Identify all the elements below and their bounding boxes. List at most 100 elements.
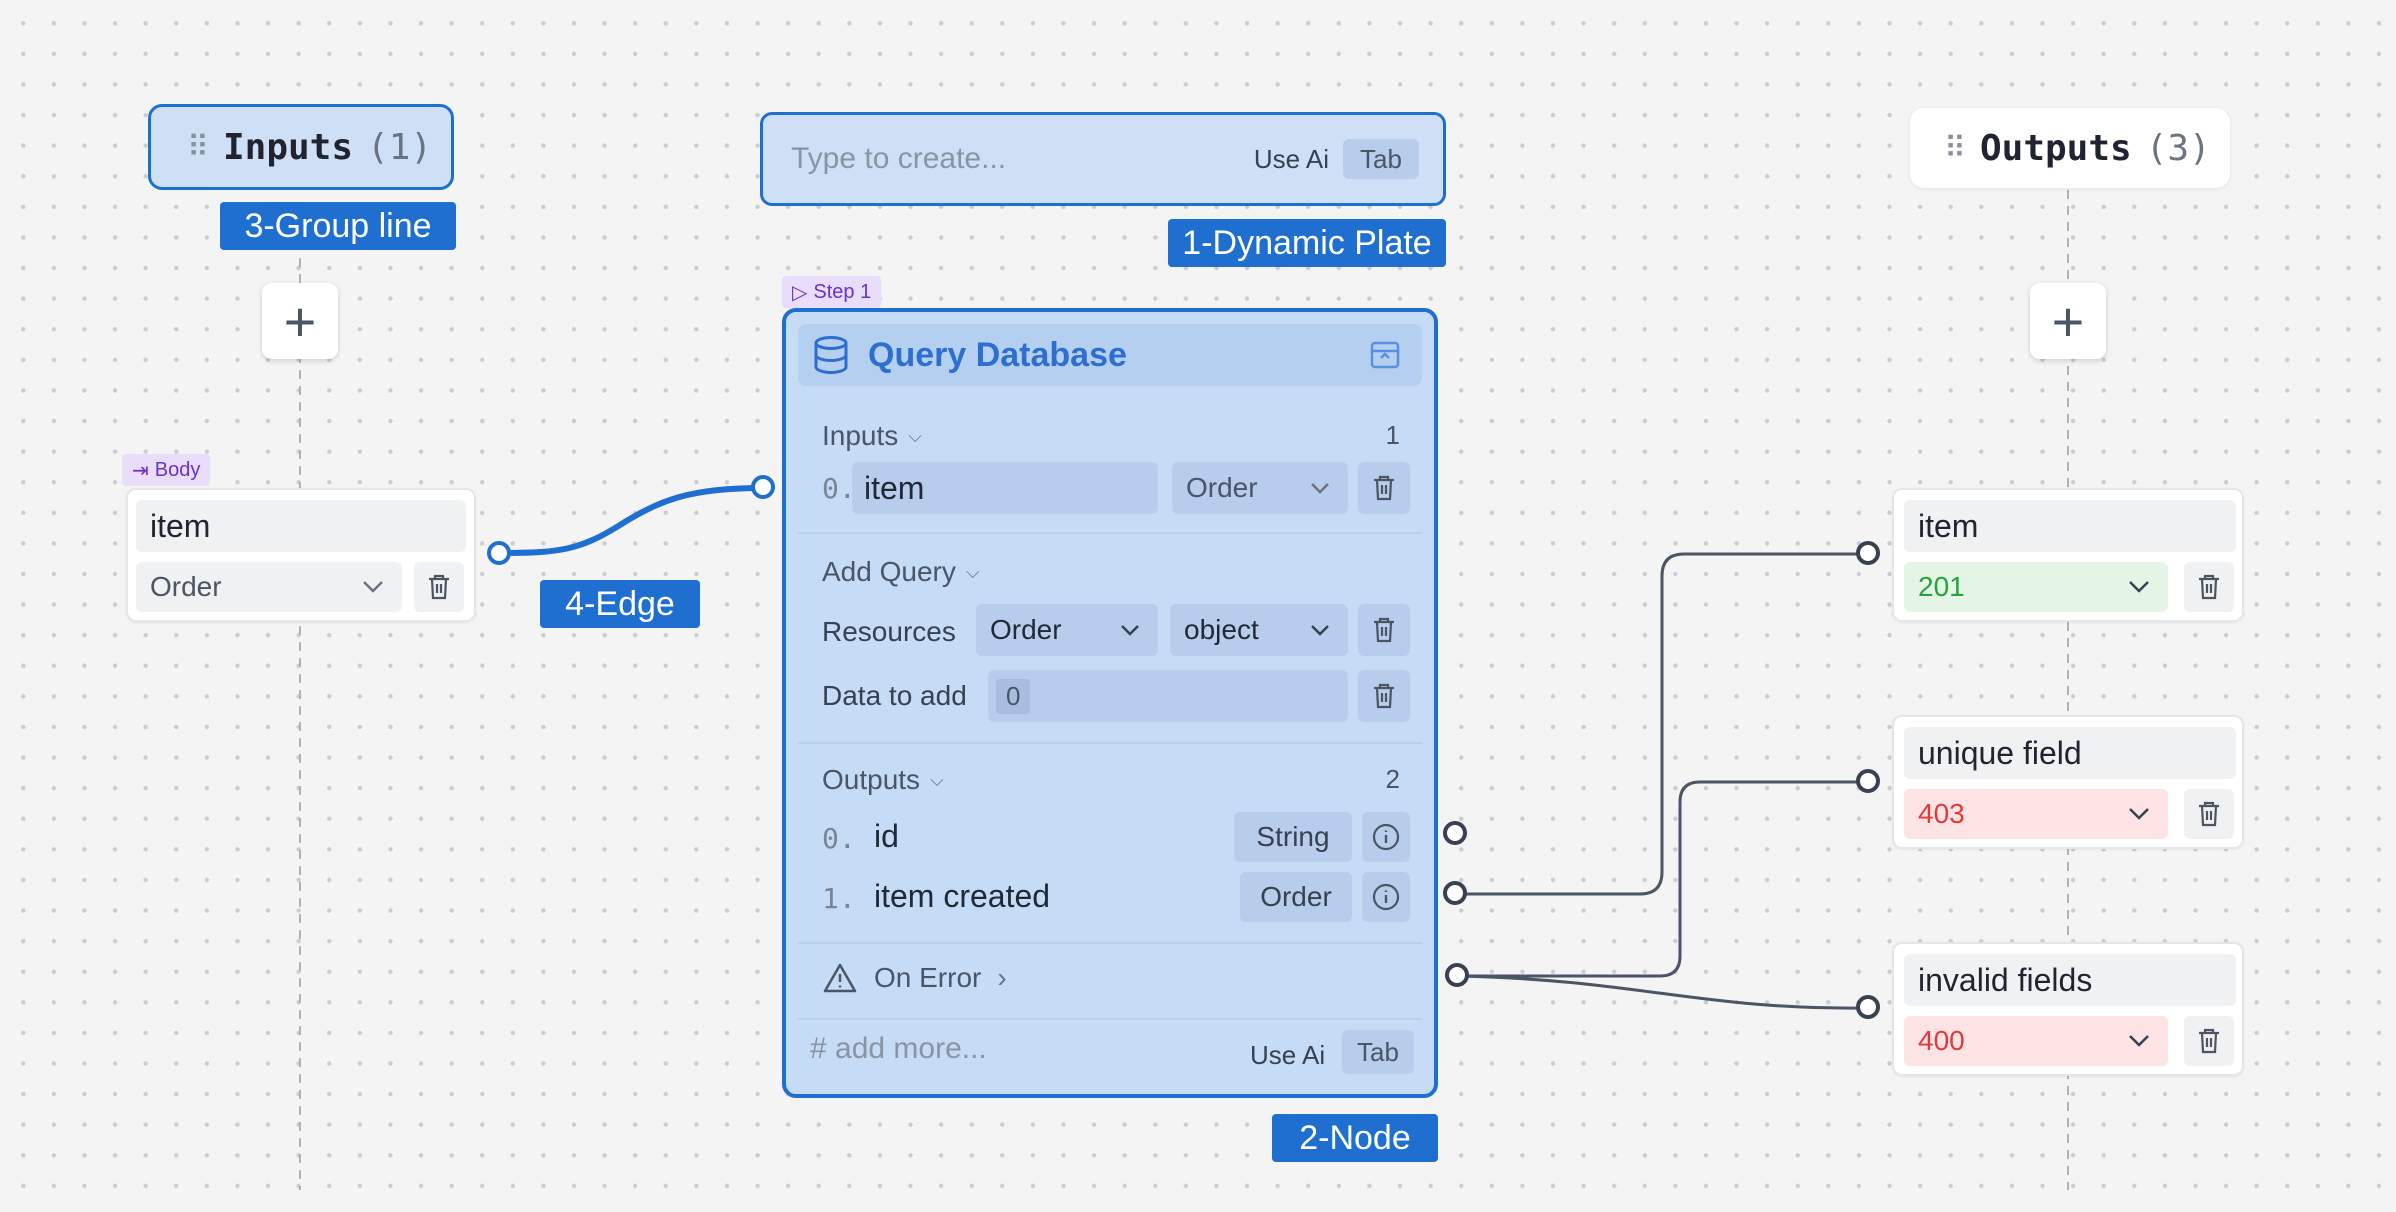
output-name[interactable]: item [1904,500,2236,552]
node-input-name[interactable]: item [852,462,1158,514]
node-use-ai-label[interactable]: Use Ai [1250,1040,1325,1071]
info-icon [1372,823,1400,851]
trash-icon [1374,683,1394,709]
node-output-port-item-created[interactable] [1443,881,1467,905]
trash-icon [2199,1028,2219,1054]
database-icon [814,336,848,375]
tag-edge: 4-Edge [540,580,700,628]
output-status-select[interactable]: 201 [1904,562,2168,612]
drag-handle-icon[interactable]: ⠿ [187,130,209,165]
chevron-down-icon [2129,808,2149,820]
output-card[interactable]: unique field 403 [1892,715,2244,849]
trash-icon [1374,475,1394,501]
plate-use-ai-label[interactable]: Use Ai [1254,144,1329,175]
add-output-button[interactable]: + [2030,283,2106,359]
node-inputs-count: 1 [1385,420,1400,450]
play-icon: ▷ [792,281,808,304]
input-param-type-select[interactable]: Order [136,562,402,612]
output-delete-button[interactable] [2184,1016,2234,1066]
trash-icon [2199,801,2219,827]
login-icon: ⇥ [132,459,149,482]
plate-tab-key: Tab [1343,139,1419,179]
node-output-index: 0. [822,822,856,855]
node-header[interactable]: Query Database [798,324,1422,386]
resources-delete-button[interactable] [1358,604,1410,656]
node-outputs-count: 2 [1385,764,1400,794]
inputs-group-title: Inputs [222,126,354,168]
section-divider [798,532,1422,534]
output-delete-button[interactable] [2184,562,2234,612]
data-to-add-value: 0 [996,678,1031,714]
output-port[interactable] [1856,995,1880,1019]
query-database-node[interactable]: Query Database Inputs ⌵ 1 0. item Order … [782,308,1438,1098]
resources-select-1[interactable]: Order [976,604,1158,656]
data-to-add-delete-button[interactable] [1358,670,1410,722]
resources-select-2[interactable]: object [1170,604,1348,656]
node-output-info-button[interactable] [1362,812,1410,862]
outputs-group-header[interactable]: ⠿ Outputs (3) [1910,108,2230,188]
node-error-port[interactable] [1445,963,1469,987]
chevron-right-icon: › [997,962,1007,993]
body-badge-label: Body [154,458,201,481]
output-status-select[interactable]: 403 [1904,789,2168,839]
edge-input-to-node [499,485,763,556]
add-query-label: Add Query [822,556,956,587]
input-param-delete-button[interactable] [414,562,464,612]
resources-value-1: Order [990,614,1062,645]
edge-error-to-invalid-fields [1457,974,1869,1010]
drag-handle-icon[interactable]: ⠿ [1944,131,1966,166]
dynamic-plate[interactable]: Type to create... Use Ai Tab [760,112,1446,206]
data-to-add-input[interactable]: 0 [988,670,1348,722]
output-status-value: 403 [1918,798,1965,829]
node-tab-key: Tab [1342,1030,1414,1074]
output-status-value: 400 [1918,1025,1965,1056]
chevron-down-icon [2129,581,2149,593]
chevron-down-icon [1121,625,1139,636]
output-port[interactable] [1856,769,1880,793]
trash-icon [2199,574,2219,600]
node-input-type-select[interactable]: Order [1172,462,1348,514]
node-input-port[interactable] [751,475,775,499]
input-param-port[interactable] [487,541,511,565]
plate-input[interactable]: Type to create... [791,142,1254,176]
node-input-name-value: item [864,469,925,506]
node-output-name: id [874,818,899,854]
tag-dynamic-plate: 1-Dynamic Plate [1168,219,1446,267]
output-delete-button[interactable] [2184,789,2234,839]
output-port[interactable] [1856,541,1880,565]
node-outputs-toggle[interactable]: Outputs ⌵ [822,764,944,796]
collapse-icon[interactable] [1370,341,1400,369]
inputs-group-header[interactable]: ⠿ Inputs (1) [148,104,454,190]
add-more-input[interactable]: # add more... [810,1032,987,1066]
data-to-add-label: Data to add [822,680,967,711]
output-status-select[interactable]: 400 [1904,1016,2168,1066]
on-error-toggle[interactable]: On Error › [822,962,1007,994]
tag-node: 2-Node [1272,1114,1438,1162]
node-output-type[interactable]: Order [1240,872,1352,922]
node-inputs-toggle[interactable]: Inputs ⌵ [822,420,922,452]
output-card[interactable]: item 201 [1892,488,2244,622]
chevron-down-icon: ⌵ [965,561,980,582]
outputs-group-title: Outputs [1979,127,2132,169]
node-input-delete-button[interactable] [1358,462,1410,514]
input-param-card[interactable]: item Order [126,488,476,622]
node-output-info-button[interactable] [1362,872,1410,922]
section-divider [798,742,1422,744]
add-input-button[interactable]: + [262,283,338,359]
chevron-down-icon [2129,1035,2149,1047]
edge-error-to-unique-field [1458,780,1868,978]
node-output-port-id[interactable] [1443,821,1467,845]
output-name[interactable]: invalid fields [1904,954,2236,1006]
chevron-down-icon: ⌵ [908,425,922,446]
section-divider [798,1018,1422,1020]
trash-icon [429,574,449,600]
node-output-name: item created [874,878,1051,914]
node-output-type[interactable]: String [1234,812,1352,862]
output-name[interactable]: unique field [1904,727,2236,779]
input-param-name[interactable]: item [136,500,466,552]
warning-icon [823,963,857,993]
add-query-toggle[interactable]: Add Query ⌵ [822,556,980,588]
node-input-index: 0. [822,472,856,505]
output-card[interactable]: invalid fields 400 [1892,942,2244,1076]
chevron-down-icon: ⌵ [930,769,944,790]
